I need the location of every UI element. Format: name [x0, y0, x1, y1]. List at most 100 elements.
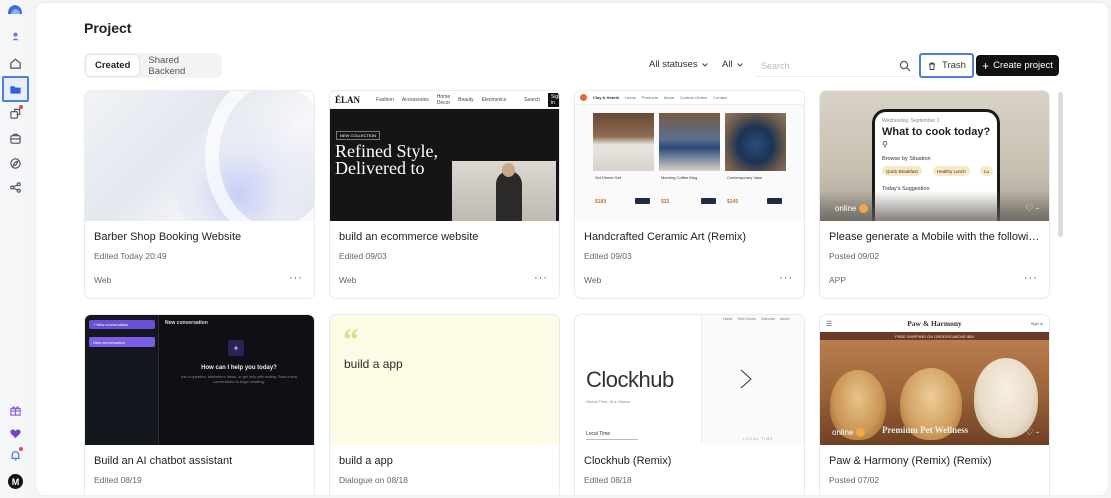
thumb-chip: Lu: [980, 166, 994, 176]
thumb-nav: Home: [723, 317, 733, 321]
page-title: Project: [84, 20, 132, 36]
project-date: Posted 07/02: [829, 475, 880, 485]
status-filter-dropdown[interactable]: All statuses: [649, 59, 709, 70]
project-date: Edited 09/03: [584, 251, 632, 261]
thumb-product-name: Morning Coffee Mug: [661, 175, 698, 180]
thumb-prompt-text: build a app: [344, 357, 403, 371]
notification-dot: [19, 105, 23, 109]
project-card[interactable]: + New conversation New conversation New …: [84, 314, 315, 495]
type-filter-label: All: [722, 59, 733, 70]
thumb-nav: Fashion: [376, 96, 394, 103]
project-date: Dialogue on 08/18: [339, 475, 409, 485]
more-options-icon[interactable]: ···: [779, 272, 793, 284]
more-options-icon[interactable]: ···: [534, 272, 548, 284]
thumb-nav: Home: [625, 95, 636, 100]
type-filter-dropdown[interactable]: All: [722, 59, 744, 70]
search-icon[interactable]: [899, 60, 911, 72]
chevron-right-icon: [740, 369, 752, 389]
scrollbar-thumb[interactable]: [1058, 92, 1063, 237]
templates-icon[interactable]: [5, 103, 25, 123]
project-card[interactable]: Wednesday, September 2 What to cook toda…: [819, 90, 1050, 299]
plus-icon: +: [982, 58, 990, 73]
thumb-nav: Beauty: [458, 96, 474, 103]
chevron-down-icon: [736, 62, 743, 67]
status-avatar-icon: [856, 428, 866, 437]
tab-created[interactable]: Created: [86, 55, 140, 76]
explore-icon[interactable]: [5, 153, 25, 173]
app-logo-icon[interactable]: [6, 3, 24, 15]
create-project-button[interactable]: + Create project: [976, 55, 1059, 76]
project-type: APP: [829, 275, 847, 285]
thumb-nav: Time Zones: [737, 317, 756, 321]
folder-icon: [10, 85, 21, 94]
more-options-icon[interactable]: ···: [289, 272, 303, 284]
thumb-local-time: Local Time: [586, 431, 611, 437]
briefcase-icon[interactable]: [5, 128, 25, 148]
chevron-down-icon: [701, 62, 708, 67]
online-label: online: [835, 204, 857, 213]
home-icon[interactable]: [5, 53, 25, 73]
thumb-heading: What to cook today?: [882, 126, 991, 138]
thumb-chip: Quick Breakfast: [882, 166, 922, 176]
project-card[interactable]: Barber Shop Booking Website Edited Today…: [84, 90, 315, 299]
project-type: Web: [584, 275, 602, 285]
project-title: Handcrafted Ceramic Art (Remix): [584, 231, 746, 243]
tab-shared-backend[interactable]: Shared Backend: [139, 55, 220, 77]
thumb-nav: Accessories: [401, 96, 429, 103]
thumb-nav: Search: [524, 96, 540, 103]
thumb-shipping-banner: FREE SHIPPING ON ORDERS ABOVE $50: [820, 332, 1049, 340]
project-date: Edited 09/03: [339, 251, 387, 261]
project-thumbnail: “ build a app: [330, 315, 559, 445]
thumb-subheading: Browse by Situation: [882, 156, 931, 162]
project-card[interactable]: “ build a app build a app Dialogue on 08…: [329, 314, 560, 495]
project-thumbnail: Home Time Zones Calendar About Clockhub …: [575, 315, 804, 445]
profile-icon[interactable]: [5, 26, 25, 46]
thumb-headline: Refined Style, Delivered to: [335, 141, 438, 178]
project-thumbnail: + New conversation New conversation New …: [85, 315, 314, 445]
thumb-nav: Custom Orders: [680, 95, 708, 100]
thumb-product-price: $32: [661, 199, 670, 205]
project-date: Edited Today 20:49: [94, 251, 167, 261]
project-card[interactable]: ☰ Sign in Paw & Harmony FREE SHIPPING ON…: [819, 314, 1050, 495]
thumb-nav: Calendar: [760, 317, 775, 321]
thumb-overlay-text: Premium Pet Wellness: [882, 425, 969, 435]
thumb-chip: Healthy Lunch: [933, 166, 970, 176]
project-type: Web: [339, 275, 357, 285]
online-status: online: [832, 428, 866, 437]
share-icon[interactable]: [5, 177, 25, 197]
project-card[interactable]: ÉLAN Fashion Accessories Home Decor Beau…: [329, 90, 560, 299]
thumb-nav: Home Decor: [436, 93, 451, 106]
project-title: build a app: [339, 455, 393, 467]
trash-label: Trash: [942, 60, 966, 71]
project-title: Please generate a Mobile with the follow…: [829, 231, 1043, 243]
online-status: online: [835, 204, 869, 213]
like-icon[interactable]: ♡ -: [1025, 203, 1039, 214]
like-icon[interactable]: ♡ -: [1025, 427, 1039, 438]
thumb-product-price: $145: [727, 199, 739, 205]
thumb-header: New conversation: [165, 320, 208, 326]
thumb-tagline: Global Time, At a Glance: [586, 399, 631, 404]
search-input[interactable]: [761, 60, 891, 71]
online-label: online: [832, 428, 854, 437]
heart-icon[interactable]: [5, 423, 25, 443]
project-type: Web: [94, 275, 112, 285]
trash-button[interactable]: Trash: [919, 53, 974, 78]
thumb-signin: Sign in: [547, 92, 559, 107]
thumb-brand: Paw & Harmony: [907, 319, 962, 328]
user-avatar[interactable]: M: [8, 474, 23, 489]
thumb-brand: ÉLAN: [335, 94, 361, 105]
project-title: Paw & Harmony (Remix) (Remix): [829, 455, 992, 467]
project-thumbnail: ☰ Sign in Paw & Harmony FREE SHIPPING ON…: [820, 315, 1049, 445]
project-date: Posted 09/02: [829, 251, 880, 261]
more-options-icon[interactable]: ···: [1024, 272, 1038, 284]
gift-icon[interactable]: [5, 400, 25, 420]
project-card[interactable]: Home Time Zones Calendar About Clockhub …: [574, 314, 805, 495]
project-title: Barber Shop Booking Website: [94, 231, 242, 243]
notifications-bell-icon[interactable]: [5, 445, 25, 465]
thumb-product-price: $189: [595, 199, 607, 205]
thumb-date: Wednesday, September 2: [882, 118, 940, 124]
project-card[interactable]: Clay & Hearth Home Products About Custom…: [574, 90, 805, 299]
sidebar-item-projects[interactable]: [2, 76, 29, 102]
project-title: Build an AI chatbot assistant: [94, 455, 233, 467]
project-title: Clockhub (Remix): [584, 455, 672, 467]
